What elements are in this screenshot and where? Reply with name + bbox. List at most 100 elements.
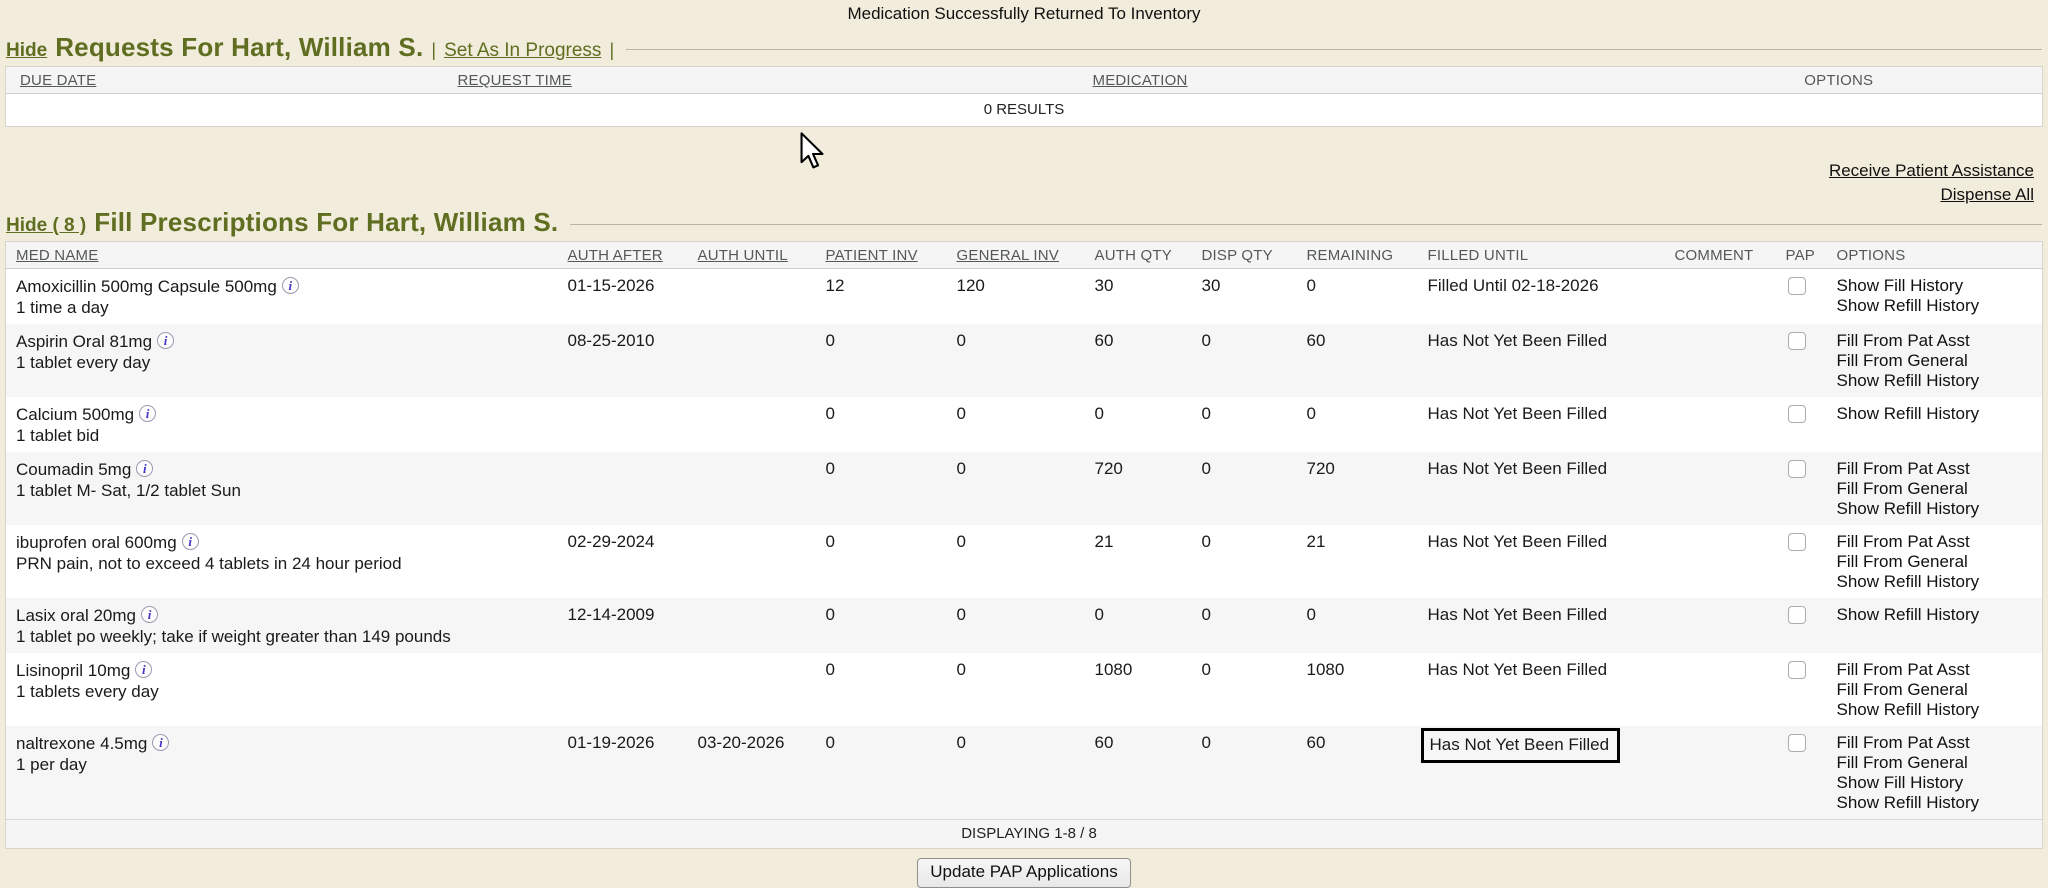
fill-from-general-link[interactable]: Fill From General [1837,351,2041,371]
requests-col-due-date[interactable]: DUE DATE [6,67,456,94]
fill-from-general-link[interactable]: Fill From General [1837,753,2041,773]
prescription-row-lasix-oral-20mg: Lasix oral 20mgi1 tablet po weekly; take… [6,598,2043,653]
fill-from-pat-asst-link[interactable]: Fill From Pat Asst [1837,733,2041,753]
info-icon[interactable]: i [152,734,169,751]
fill-from-general-link[interactable]: Fill From General [1837,552,2041,572]
info-icon[interactable]: i [139,405,156,422]
general-inv-cell: 0 [955,397,1093,452]
pap-checkbox[interactable] [1788,332,1806,350]
prescription-row-ibuprofen-oral-600mg: ibuprofen oral 600mgiPRN pain, not to ex… [6,525,2043,598]
requests-hide-link[interactable]: Hide [6,40,47,62]
info-icon[interactable]: i [282,277,299,294]
receive-patient-assistance-link[interactable]: Receive Patient Assistance [0,159,2034,183]
disp-qty-cell: 0 [1200,324,1305,397]
fill-hide-link[interactable]: Hide ( 8 ) [6,215,86,237]
fill-section-legend: Hide ( 8 ) Fill Prescriptions For Hart, … [0,207,2048,238]
fill-col-patient-inv[interactable]: PATIENT INV [824,242,955,269]
remaining-cell: 0 [1305,397,1426,452]
sig-instructions: 1 per day [16,754,564,775]
fill-col-comment: COMMENT [1673,242,1784,269]
pap-checkbox[interactable] [1788,734,1806,752]
show-refill-history-link[interactable]: Show Refill History [1837,793,2041,813]
fill-col-med-name[interactable]: MED NAME [6,242,566,269]
set-as-in-progress-link[interactable]: Set As In Progress [444,40,601,62]
auth-after-cell: 08-25-2010 [566,324,696,397]
fill-from-pat-asst-link[interactable]: Fill From Pat Asst [1837,532,2041,552]
info-icon[interactable]: i [135,661,152,678]
filled-until-cell: Filled Until 02-18-2026 [1426,269,1673,325]
pap-checkbox[interactable] [1788,533,1806,551]
requests-col-medication[interactable]: MEDICATION [1091,67,1636,94]
fill-col-pap: PAP [1784,242,1835,269]
fill-col-general-inv[interactable]: GENERAL INV [955,242,1093,269]
legend-rule [626,49,2042,50]
prescription-row-coumadin-5mg: Coumadin 5mgi1 tablet M- Sat, 1/2 tablet… [6,452,2043,525]
filled-until-cell: Has Not Yet Been Filled [1426,525,1673,598]
show-refill-history-link[interactable]: Show Refill History [1837,499,2041,519]
remaining-cell: 0 [1305,598,1426,653]
filled-until-cell: Has Not Yet Been Filled [1426,397,1673,452]
show-refill-history-link[interactable]: Show Refill History [1837,404,2041,424]
fill-from-pat-asst-link[interactable]: Fill From Pat Asst [1837,331,2041,351]
fill-from-general-link[interactable]: Fill From General [1837,680,2041,700]
prescription-row-naltrexone-4-5mg: naltrexone 4.5mgi1 per day01-19-202603-2… [6,726,2043,820]
requests-table: DUE DATEREQUEST TIMEMEDICATIONOPTIONS 0 … [5,66,2043,127]
requests-col-request-time[interactable]: REQUEST TIME [456,67,1091,94]
prescription-row-calcium-500mg: Calcium 500mgi1 tablet bid00000Has Not Y… [6,397,2043,452]
med-name: ibuprofen oral 600mgi [16,532,564,553]
auth-after-cell: 12-14-2009 [566,598,696,653]
disp-qty-cell: 0 [1200,653,1305,726]
requests-section-title: Requests For Hart, William S. [55,32,423,63]
show-refill-history-link[interactable]: Show Refill History [1837,572,2041,592]
show-refill-history-link[interactable]: Show Refill History [1837,605,2041,625]
separator: | [431,40,436,61]
requests-empty-text: 0 RESULTS [6,94,2043,127]
remaining-cell: 0 [1305,269,1426,325]
show-refill-history-link[interactable]: Show Refill History [1837,700,2041,720]
pap-checkbox[interactable] [1788,460,1806,478]
comment-cell [1673,452,1784,525]
med-name: Coumadin 5mgi [16,459,564,480]
auth-until-cell [696,598,824,653]
filled-until-status: Has Not Yet Been Filled [1428,404,1608,423]
info-icon[interactable]: i [182,533,199,550]
show-refill-history-link[interactable]: Show Refill History [1837,371,2041,391]
general-inv-cell: 0 [955,525,1093,598]
info-icon[interactable]: i [136,460,153,477]
show-fill-history-link[interactable]: Show Fill History [1837,773,2041,793]
update-pap-applications-button[interactable]: Update PAP Applications [917,858,1130,888]
dispense-all-link[interactable]: Dispense All [0,183,2034,207]
auth-qty-cell: 0 [1093,598,1200,653]
fill-from-pat-asst-link[interactable]: Fill From Pat Asst [1837,660,2041,680]
patient-inv-cell: 12 [824,269,955,325]
patient-inv-cell: 0 [824,452,955,525]
med-name: Lasix oral 20mgi [16,605,564,626]
fill-col-auth-until[interactable]: AUTH UNTIL [696,242,824,269]
fill-col-auth-after[interactable]: AUTH AFTER [566,242,696,269]
info-icon[interactable]: i [157,332,174,349]
pap-cell [1784,726,1835,820]
general-inv-cell: 0 [955,452,1093,525]
options-cell: Show Refill History [1835,598,2043,653]
general-inv-cell: 120 [955,269,1093,325]
auth-qty-cell: 720 [1093,452,1200,525]
med-name-cell: Calcium 500mgi1 tablet bid [6,397,566,452]
sig-instructions: 1 tablet every day [16,352,564,373]
patient-inv-cell: 0 [824,726,955,820]
show-refill-history-link[interactable]: Show Refill History [1837,296,2041,316]
pap-checkbox[interactable] [1788,606,1806,624]
filled-until-status: Has Not Yet Been Filled [1428,331,1608,350]
pap-checkbox[interactable] [1788,661,1806,679]
comment-cell [1673,324,1784,397]
options-cell: Fill From Pat AsstFill From GeneralShow … [1835,452,2043,525]
filled-until-cell: Has Not Yet Been Filled [1426,653,1673,726]
filled-until-cell: Has Not Yet Been Filled [1426,452,1673,525]
fill-from-general-link[interactable]: Fill From General [1837,479,2041,499]
options-cell: Fill From Pat AsstFill From GeneralShow … [1835,324,2043,397]
status-message: Medication Successfully Returned To Inve… [0,0,2048,24]
fill-from-pat-asst-link[interactable]: Fill From Pat Asst [1837,459,2041,479]
pap-checkbox[interactable] [1788,405,1806,423]
info-icon[interactable]: i [141,606,158,623]
pap-checkbox[interactable] [1788,277,1806,295]
show-fill-history-link[interactable]: Show Fill History [1837,276,2041,296]
